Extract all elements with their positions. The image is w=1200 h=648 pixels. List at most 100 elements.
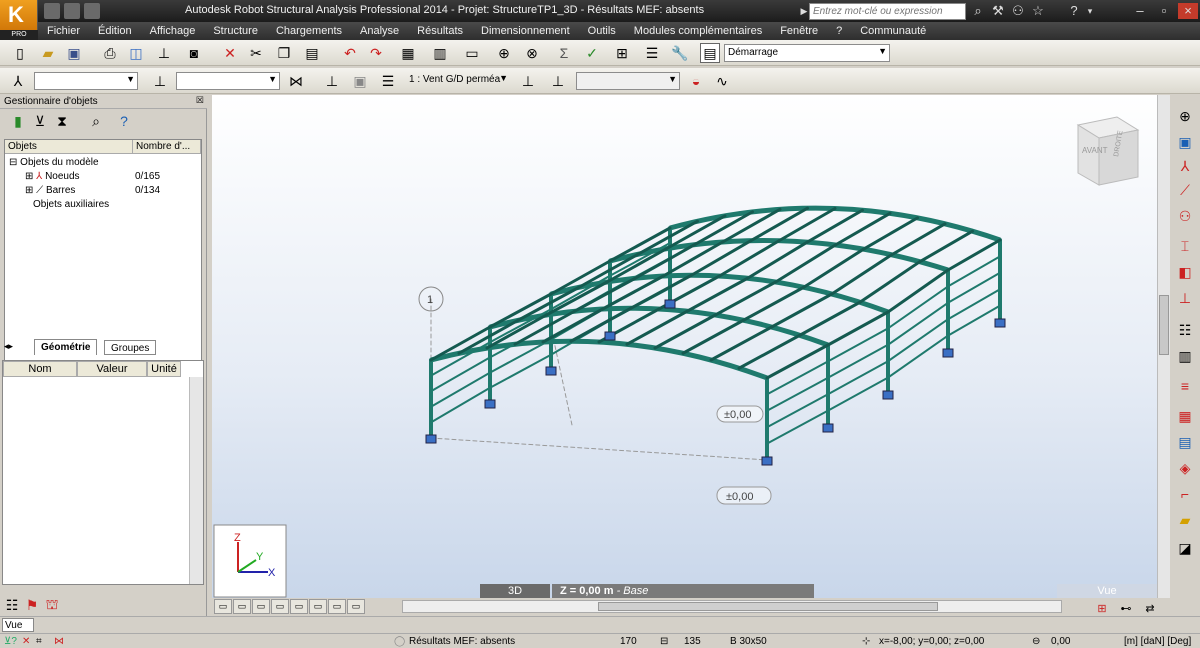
copy-icon[interactable]: ❐ [274,43,294,63]
delete-icon[interactable]: ✕ [220,43,240,63]
display-option-icon[interactable]: ▭ [271,599,289,614]
load-case-select[interactable]: 1 : Vent G/D perméa ▼ [406,72,510,90]
tools-icon[interactable]: ⚒ [990,3,1006,19]
filter-icon[interactable]: ⊻ [30,111,50,131]
view-tab[interactable]: Vue [1057,584,1157,599]
column-header-value[interactable]: Valeur [77,361,147,377]
properties-scrollbar[interactable] [189,377,203,584]
quick-access-icon[interactable] [44,3,60,19]
hourglass-icon[interactable]: ⧗ [52,111,72,131]
column-header-unit[interactable]: Unité [147,361,181,377]
node-selection-field[interactable]: ▼ [34,72,138,90]
selection-mode-icon[interactable]: ⊻? [4,636,17,647]
binoculars-icon[interactable]: ⌕ [970,3,986,19]
wrench-icon[interactable]: 🔧 [670,43,690,63]
community-icon[interactable]: ⚇ [1010,3,1026,19]
wave-icon[interactable]: ∿ [712,71,732,91]
snow-load-icon[interactable]: ◒ [686,71,706,91]
table-tool-icon[interactable]: ▤ [1173,431,1197,453]
material-icon[interactable]: ◧ [1173,261,1197,283]
menu-item-fichier[interactable]: Fichier [38,22,89,40]
case-icon[interactable]: ⊥ [322,71,342,91]
redo-icon[interactable]: ↷ [366,43,386,63]
display-option-icon[interactable]: ▭ [309,599,327,614]
scroll-thumb[interactable] [1159,295,1169,355]
maximize-button[interactable]: ▫ [1156,3,1172,19]
undo-icon[interactable]: ↶ [340,43,360,63]
display-icon[interactable]: ▭ [462,43,482,63]
support-tool-icon[interactable]: ⊥ [1173,287,1197,309]
tree-item-bars[interactable]: ⊞ ⟋ Barres [25,185,75,196]
mode-3d-tab[interactable]: 3D [480,584,550,599]
viewport-vertical-scrollbar[interactable] [1157,95,1170,600]
link-icon[interactable]: ⊷ [1116,598,1136,618]
status-filter-icon[interactable]: ⋈ [54,636,64,647]
camera-icon[interactable]: ◙ [184,43,204,63]
results-display-icon[interactable]: ⊞ [1092,598,1112,618]
menu-item-analyse[interactable]: Analyse [351,22,408,40]
load-icon[interactable]: ⊥ [518,71,538,91]
tab-groups[interactable]: Groupes [104,340,157,355]
menu-item-édition[interactable]: Édition [89,22,141,40]
bar-select-icon[interactable]: ⊥ [150,71,170,91]
display-option-icon[interactable]: ▭ [290,599,308,614]
combination-icon[interactable]: ≡ [1173,375,1197,397]
tree-item-nodes[interactable]: ⊞ ⅄ Noeuds [25,171,80,182]
display-option-icon[interactable]: ▭ [328,599,346,614]
view-cube[interactable]: AVANT DROITE [1076,116,1140,186]
release-icon[interactable]: ⚇ [1173,205,1197,227]
stamp-icon[interactable]: ⊥ [154,43,174,63]
minimize-button[interactable]: – [1132,3,1148,19]
table-icon[interactable]: ▥ [430,43,450,63]
menu-item-communauté[interactable]: Communauté [851,22,935,40]
column-header-count[interactable]: Nombre d'... [133,140,201,154]
support-select[interactable]: ▼ [576,72,680,90]
column-header-objects[interactable]: Objets [5,140,133,154]
zoom-extents-icon[interactable]: ⊗ [522,43,542,63]
support-icon[interactable]: ⊥ [548,71,568,91]
menu-item-modules-complémentaires[interactable]: Modules complémentaires [625,22,771,40]
menu-item-help[interactable]: ? [827,22,851,40]
3d-viewport[interactable]: 1 ±0,00 ±0,00 AVANT DROITE Z Y X 3D Z = … [212,95,1157,600]
node-table-icon[interactable]: ⊞ [612,43,632,63]
close-button[interactable]: × [1178,3,1198,19]
menu-item-dimensionnement[interactable]: Dimensionnement [472,22,579,40]
copy-case-icon[interactable]: ▣ [350,71,370,91]
node-select-icon[interactable]: ⅄ [8,71,28,91]
tree-item-aux-objects[interactable]: Objets auxiliaires [33,199,109,210]
filter-icon[interactable]: ⋈ [286,71,306,91]
sync-icon[interactable]: ⇄ [1140,598,1160,618]
app-logo[interactable]: K PRO [0,0,38,40]
solid-tool-icon[interactable]: ◪ [1173,537,1197,559]
case-list-icon[interactable]: ☰ [378,71,398,91]
view-cube-front[interactable]: AVANT [1082,146,1108,155]
tree-item-model-objects[interactable]: ⊟ Objets du modèle [9,157,99,168]
cut-icon[interactable]: ✂ [246,43,266,63]
book-icon[interactable]: ◫ [126,43,146,63]
menu-item-résultats[interactable]: Résultats [408,22,472,40]
properties-icon[interactable]: ☷ [2,595,22,615]
close-icon[interactable]: ☒ [196,95,204,106]
display-option-icon[interactable]: ▭ [233,599,251,614]
sigma-icon[interactable]: Σ [554,43,574,63]
check-icon[interactable]: ✓ [582,43,602,63]
help-icon[interactable]: ? [1066,3,1082,19]
chevron-down-icon[interactable]: ▾ [1082,3,1098,19]
load-tool-icon[interactable]: ☷ [1173,319,1197,341]
flag-icon[interactable]: ⚑ [22,595,42,615]
print-icon[interactable]: ⎙ [100,43,120,63]
viewport-horizontal-scrollbar[interactable] [402,600,1062,613]
collapse-icon[interactable]: ⊟ [9,157,17,168]
section-tool-icon[interactable]: ▣ [1173,131,1197,153]
menu-item-outils[interactable]: Outils [579,22,625,40]
layout-select[interactable]: Démarrage ▼ [724,44,890,62]
expand-icon[interactable]: ⊞ [25,185,33,196]
menu-item-structure[interactable]: Structure [204,22,267,40]
node-tool-icon[interactable]: ⊕ [1173,105,1197,127]
close-small-icon[interactable]: ✕ [22,636,30,647]
tab-scroll-left-icon[interactable]: ◂▸ [4,341,13,352]
save-icon[interactable]: ▣ [64,43,84,63]
search-icon[interactable]: ⌕ [86,111,106,131]
column-header-name[interactable]: Nom [3,361,77,377]
structure-3d-view[interactable]: 1 ±0,00 ±0,00 AVANT DROITE Z Y X [212,95,1157,600]
